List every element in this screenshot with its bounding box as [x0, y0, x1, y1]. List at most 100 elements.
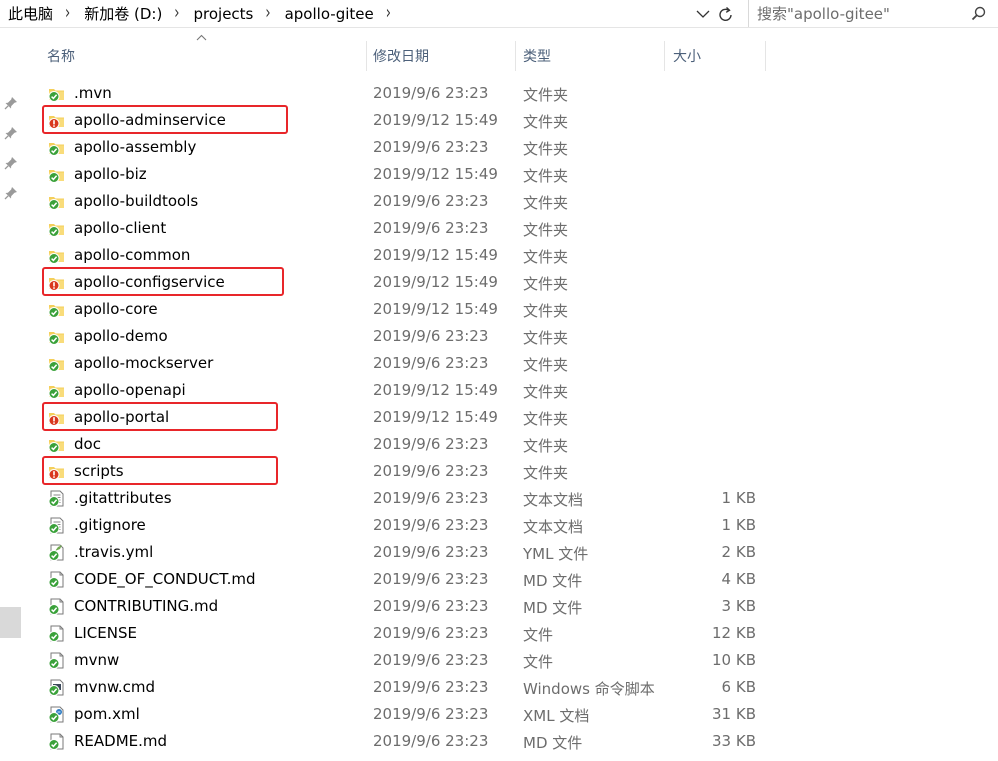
row-name: CONTRIBUTING.md [74, 597, 219, 615]
folder-synced-icon [48, 224, 64, 237]
row-name: apollo-buildtools [74, 192, 199, 210]
folder-synced-icon [48, 332, 64, 345]
row-date: 2019/9/6 23:23 [373, 489, 489, 507]
refresh-button[interactable] [716, 3, 736, 25]
folder-row[interactable]: apollo-common 2019/9/12 15:49 文件夹 [0, 242, 998, 269]
file-row[interactable]: LICENSE 2019/9/6 23:23 文件 12 KB [0, 620, 998, 647]
file-row[interactable]: pom.xml 2019/9/6 23:23 XML 文档 31 KB [0, 701, 998, 728]
column-divider[interactable] [664, 41, 665, 71]
row-size: 1 KB [721, 516, 756, 534]
row-type: 文件夹 [523, 383, 569, 401]
search-input[interactable]: 搜索"apollo-gitee" [748, 0, 996, 27]
file-row[interactable]: CONTRIBUTING.md 2019/9/6 23:23 MD 文件 3 KB [0, 593, 998, 620]
folder-row[interactable]: .mvn 2019/9/6 23:23 文件夹 [0, 80, 998, 107]
breadcrumb-item-apollo-gitee[interactable]: apollo-gitee [277, 5, 380, 23]
file-synced-icon [48, 544, 64, 561]
folder-row[interactable]: apollo-biz 2019/9/12 15:49 文件夹 [0, 161, 998, 188]
column-header-size[interactable]: 大小 [673, 41, 765, 71]
row-date: 2019/9/12 15:49 [373, 408, 498, 426]
folder-row[interactable]: apollo-client 2019/9/6 23:23 文件夹 [0, 215, 998, 242]
file-row[interactable]: README.md 2019/9/6 23:23 MD 文件 33 KB [0, 728, 998, 755]
address-history-button[interactable] [694, 4, 712, 24]
file-synced-icon [48, 679, 64, 696]
folder-row[interactable]: apollo-core 2019/9/12 15:49 文件夹 [0, 296, 998, 323]
breadcrumb-separator-icon[interactable]: › [168, 3, 185, 24]
folder-row[interactable]: apollo-assembly 2019/9/6 23:23 文件夹 [0, 134, 998, 161]
row-name: mvnw [74, 651, 120, 669]
folder-row[interactable]: apollo-portal 2019/9/12 15:49 文件夹 [0, 402, 998, 431]
row-size: 3 KB [721, 597, 756, 615]
row-date: 2019/9/6 23:23 [373, 435, 489, 453]
row-type: XML 文档 [523, 707, 590, 725]
row-size: 33 KB [712, 732, 756, 750]
column-header-date[interactable]: 修改日期 [373, 41, 515, 71]
row-date: 2019/9/6 23:23 [373, 138, 489, 156]
row-date: 2019/9/6 23:23 [373, 597, 489, 615]
highlight-box [42, 456, 278, 485]
folder-row[interactable]: apollo-demo 2019/9/6 23:23 文件夹 [0, 323, 998, 350]
row-name: LICENSE [74, 624, 137, 642]
row-date: 2019/9/6 23:23 [373, 624, 489, 642]
column-divider[interactable] [515, 41, 516, 71]
row-type: 文件夹 [523, 302, 569, 320]
row-type: 文件夹 [523, 194, 569, 212]
breadcrumb-item-projects[interactable]: projects [186, 5, 260, 23]
column-header-name[interactable]: 名称 [47, 41, 365, 71]
breadcrumb-separator-icon[interactable]: › [59, 3, 76, 24]
column-header-type[interactable]: 类型 [523, 41, 664, 71]
row-type: 文件 [523, 653, 554, 671]
row-date: 2019/9/6 23:23 [373, 732, 489, 750]
divider [0, 27, 998, 28]
row-type: 文件夹 [523, 437, 569, 455]
row-size: 31 KB [712, 705, 756, 723]
file-synced-icon [48, 625, 64, 642]
row-date: 2019/9/12 15:49 [373, 111, 498, 129]
row-name: apollo-demo [74, 327, 168, 345]
breadcrumb-item-drive-d[interactable]: 新加卷 (D:) [76, 3, 168, 24]
folder-row[interactable]: apollo-openapi 2019/9/12 15:49 文件夹 [0, 377, 998, 404]
row-type: YML 文件 [523, 545, 589, 563]
row-name: .mvn [74, 84, 112, 102]
file-row[interactable]: .travis.yml 2019/9/6 23:23 YML 文件 2 KB [0, 539, 998, 566]
row-date: 2019/9/6 23:23 [373, 462, 489, 480]
row-type: MD 文件 [523, 572, 583, 590]
breadcrumb-separator-icon[interactable]: › [259, 3, 276, 24]
row-name: .travis.yml [74, 543, 154, 561]
file-row[interactable]: mvnw 2019/9/6 23:23 文件 10 KB [0, 647, 998, 674]
folder-synced-icon [48, 143, 64, 156]
file-synced-icon [48, 733, 64, 750]
row-name: apollo-assembly [74, 138, 197, 156]
row-date: 2019/9/6 23:23 [373, 543, 489, 561]
breadcrumb-separator-icon[interactable]: › [380, 3, 397, 24]
search-placeholder: 搜索"apollo-gitee" [757, 5, 890, 23]
row-type: 文本文档 [523, 518, 584, 536]
column-divider[interactable] [366, 41, 367, 71]
folder-row[interactable]: apollo-buildtools 2019/9/6 23:23 文件夹 [0, 188, 998, 215]
row-date: 2019/9/6 23:23 [373, 354, 489, 372]
row-type: 文件夹 [523, 329, 569, 347]
breadcrumb-item-this-pc[interactable]: 此电脑 [0, 3, 59, 24]
row-date: 2019/9/12 15:49 [373, 300, 498, 318]
folder-row[interactable]: scripts 2019/9/6 23:23 文件夹 [0, 456, 998, 485]
column-divider[interactable] [765, 41, 766, 71]
folder-synced-icon [48, 305, 64, 318]
file-row[interactable]: .gitattributes 2019/9/6 23:23 文本文档 1 KB [0, 485, 998, 512]
file-synced-icon [48, 598, 64, 615]
row-date: 2019/9/6 23:23 [373, 651, 489, 669]
file-row[interactable]: CODE_OF_CONDUCT.md 2019/9/6 23:23 MD 文件 4 K… [0, 566, 998, 593]
folder-row[interactable]: apollo-configservice 2019/9/12 15:49 文件夹 [0, 267, 998, 296]
row-type: 文件 [523, 626, 554, 644]
file-row[interactable]: mvnw.cmd 2019/9/6 23:23 Windows 命令脚本 6 KB [0, 674, 998, 701]
folder-row[interactable]: apollo-adminservice 2019/9/12 15:49 文件夹 [0, 105, 998, 134]
row-name: pom.xml [74, 705, 140, 723]
row-name: apollo-openapi [74, 381, 186, 399]
folder-synced-icon [48, 440, 64, 453]
folder-row[interactable]: doc 2019/9/6 23:23 文件夹 [0, 431, 998, 458]
file-row[interactable]: .gitignore 2019/9/6 23:23 文本文档 1 KB [0, 512, 998, 539]
search-icon[interactable] [971, 6, 986, 21]
folder-synced-icon [48, 359, 64, 372]
row-name: .gitattributes [74, 489, 172, 507]
folder-row[interactable]: apollo-mockserver 2019/9/6 23:23 文件夹 [0, 350, 998, 377]
row-type: 文件夹 [523, 275, 569, 293]
breadcrumb: 此电脑 › 新加卷 (D:) › projects › apollo-gitee… [0, 0, 738, 27]
